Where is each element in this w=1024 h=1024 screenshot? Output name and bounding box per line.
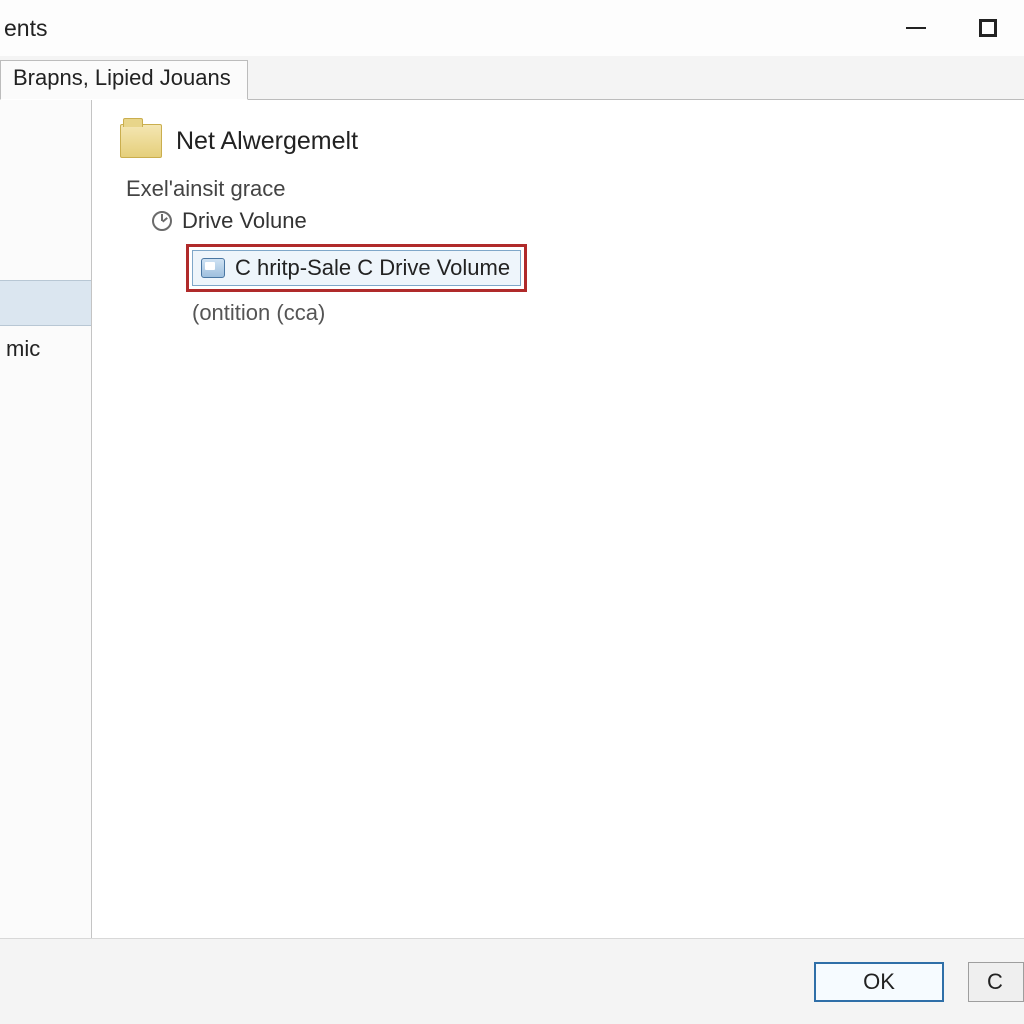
main-pane: Net Alwergemelt Exel'ainsit grace Drive … [92,100,1024,938]
sidebar: mic [0,100,92,938]
tree-level3-sub: (ontition (cca) [192,300,1004,326]
tree-level2[interactable]: Drive Volune [152,208,1004,234]
tree: Exel'ainsit grace Drive Volune C hritp-S… [126,176,1004,326]
cancel-button-label: C [987,969,1003,995]
tree-level3-label: C hritp-Sale C Drive Volume [235,255,510,281]
minimize-icon [906,27,926,29]
tree-level1[interactable]: Exel'ainsit grace [126,176,1004,202]
pane-title: Net Alwergemelt [176,127,358,156]
sidebar-item-label: mic [6,336,40,362]
tree-level1-label: Exel'ainsit grace [126,176,286,201]
minimize-button[interactable] [886,0,946,56]
folder-icon [120,124,162,158]
highlight-box: C hritp-Sale C Drive Volume [186,244,527,292]
cancel-button[interactable]: C [968,962,1024,1002]
clock-icon [152,211,172,231]
sidebar-item-selected[interactable] [0,280,91,326]
tree-level3-sub-label: (ontition (cca) [192,300,325,325]
tree-level2-label: Drive Volune [182,208,307,234]
ok-button-label: OK [863,969,895,995]
ok-button[interactable]: OK [814,962,944,1002]
disk-icon [201,258,225,278]
tab-active[interactable]: Brapns, Lipied Jouans [0,60,248,100]
tree-level3-selected[interactable]: C hritp-Sale C Drive Volume [192,250,521,286]
tab-row: Brapns, Lipied Jouans [0,56,1024,100]
window-title: ents [0,15,47,42]
tab-label: Brapns, Lipied Jouans [13,65,231,90]
sidebar-item-mic[interactable]: mic [0,326,91,372]
footer: OK C [0,938,1024,1024]
maximize-button[interactable] [958,0,1018,56]
pane-header: Net Alwergemelt [120,124,1004,158]
title-bar: ents [0,0,1024,56]
maximize-icon [979,19,997,37]
